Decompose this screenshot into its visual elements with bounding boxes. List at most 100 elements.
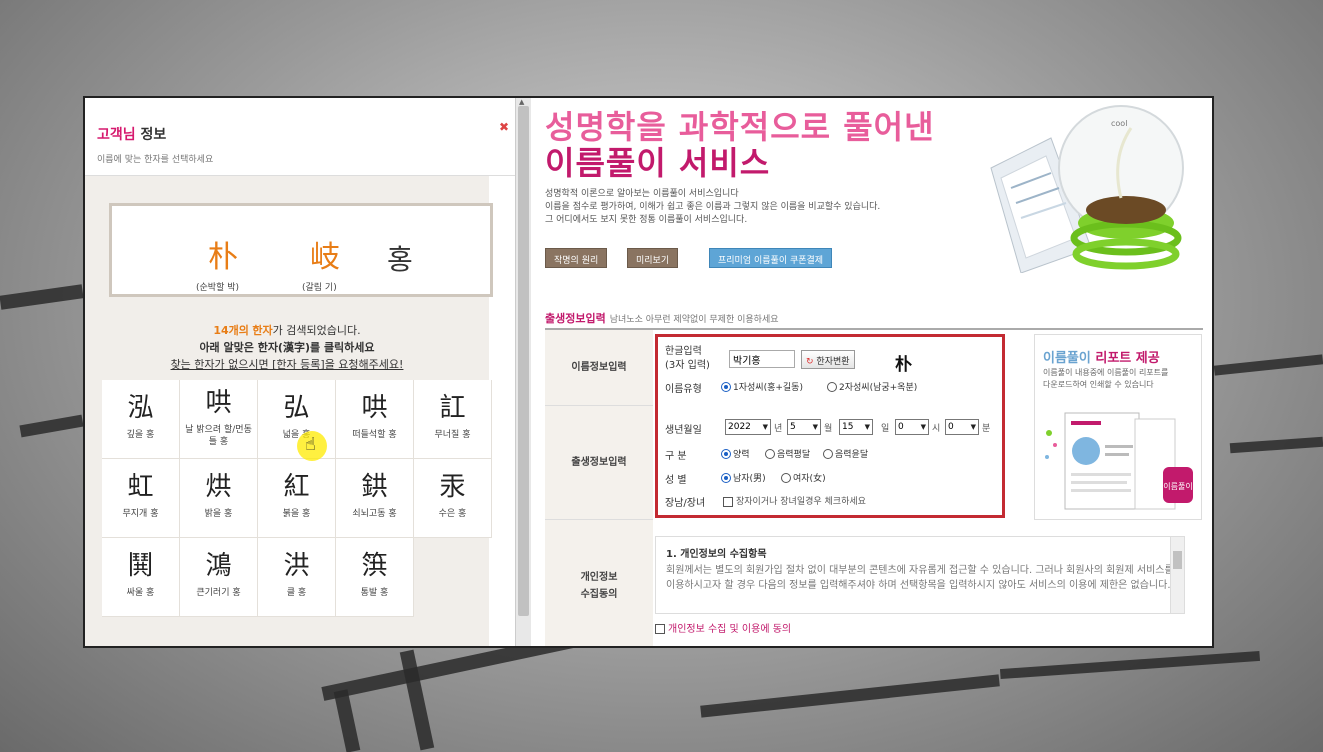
hour-unit: 시 [932, 424, 941, 434]
hanja-char: 訌 [439, 393, 466, 423]
eldest-checkbox[interactable]: 장자이거나 장녀일경우 체크하세요 [723, 494, 866, 507]
calendar-label: 구 분 [665, 451, 687, 462]
lightbulb-illustration: cool [990, 105, 1184, 273]
solar-radio[interactable]: 양력 [721, 447, 750, 460]
hanja-cell[interactable]: 虹 무지개 홍 [102, 459, 180, 538]
hanja-gloss: 수은 홍 [438, 509, 467, 519]
hanja-cell[interactable]: 哄 날 밝으려 할/먼동 틀 홍 [180, 380, 258, 459]
selected-char-3: 홍 [387, 243, 413, 276]
female-radio[interactable]: 여자(女) [781, 471, 826, 484]
selected-char-1: 朴 [208, 240, 238, 275]
request-hanja-link[interactable]: 찾는 한자가 없으시면 [한자 등록]을 요청해주세요! [85, 356, 489, 372]
background-stroke [1213, 354, 1323, 376]
premium-coupon-button[interactable]: 프리미엄 이름풀이 쿠폰결제 [709, 248, 833, 268]
popup-header: 고객님 정보 이름에 맞는 한자를 선택하세요 ✖ [85, 98, 515, 176]
hanja-convert-button[interactable]: ↻ 한자변환 [801, 350, 855, 369]
lunar-leap-radio[interactable]: 음력윤달 [823, 447, 868, 460]
hanja-char: 鴻 [205, 551, 232, 581]
hanja-cell[interactable]: 鉷 쇠뇌고동 홍 [336, 459, 414, 538]
name-type-double-radio[interactable]: 2자성씨(남궁+옥분) [827, 380, 917, 393]
selected-gloss-2: (갈림 기) [302, 283, 337, 293]
scroll-up-icon[interactable]: ▲ [519, 98, 524, 106]
preview-button[interactable]: 미리보기 [627, 248, 679, 268]
hanja-gloss: 클 홍 [286, 588, 307, 598]
year-unit: 년 [774, 424, 783, 434]
result-count-text: 14개의 한자가 검색되었습니다. [213, 324, 361, 337]
hanja-char: 烘 [205, 472, 232, 502]
hanja-gloss: 날 밝으려 할/먼동 틀 홍 [185, 425, 252, 447]
popup-title: 고객님 정보 [97, 127, 167, 143]
scroll-thumb[interactable] [518, 106, 529, 616]
hour-select[interactable]: 0 ▼ [895, 419, 929, 435]
hanja-gloss: 밝을 홍 [204, 509, 233, 519]
selected-name-box: 朴 (순박할 박) 岐 (갈림 기) 홍 [109, 203, 493, 297]
hanja-cell[interactable]: 洪 클 홍 [258, 538, 336, 617]
minute-select[interactable]: 0 ▼ [945, 419, 979, 435]
background-stroke [999, 650, 1261, 680]
birth-date-label: 생년월일 [665, 425, 702, 436]
privacy-heading: 1. 개인정보의 수집항목 [666, 549, 767, 560]
browser-screen: 고객님 정보 이름에 맞는 한자를 선택하세요 ✖ 朴 (순박할 박) 岐 (갈… [83, 96, 1214, 648]
report-description: 이름풀이 내용중에 이름풀이 리포트를 다운로드하여 인쇄할 수 있습니다 [1043, 368, 1169, 389]
instruction-text: 아래 알맞은 한자(漢字)를 클릭하세요 [199, 341, 375, 354]
hanja-cell[interactable]: 訌 무너질 홍 [414, 380, 492, 459]
hanja-gloss: 붉을 홍 [282, 509, 311, 519]
background-stroke [700, 674, 1000, 718]
hand-cursor-icon: ☝ [305, 434, 316, 455]
hanja-char: 篊 [361, 551, 388, 581]
hanja-gloss: 통발 홍 [360, 588, 389, 598]
hanja-char: 鬨 [127, 551, 154, 581]
hangul-hint: (3자 입력) [665, 360, 710, 371]
selected-gloss-1: (순박할 박) [196, 283, 240, 293]
month-select[interactable]: 5 ▼ [787, 419, 821, 435]
hanja-gloss: 떠들석할 홍 [352, 430, 397, 440]
hero-description: 성명학적 이론으로 알아보는 이름풀이 서비스입니다 이름을 점수로 평가하여,… [545, 189, 881, 225]
hanja-cell[interactable]: 鴻 큰기러기 홍 [180, 538, 258, 617]
year-select[interactable]: 2022 ▼ [725, 419, 771, 435]
background-stroke [19, 414, 84, 438]
hanja-char: 哄 [361, 393, 388, 423]
hanja-cell[interactable]: 烘 밝을 홍 [180, 459, 258, 538]
hanja-cell[interactable]: 鬨 싸울 홍 [102, 538, 180, 617]
hanja-cell[interactable]: 泓 깊을 홍 [102, 380, 180, 459]
background-stroke [0, 284, 84, 310]
section-title: 출생정보입력 남녀노소 아무런 제약없이 무제한 이용하세요 [545, 312, 779, 325]
hanja-char: 紅 [283, 472, 310, 502]
hero-title-line2: 이름풀이 서비스 [545, 144, 771, 182]
hanja-cell[interactable]: 汞 수은 홍 [414, 459, 492, 538]
hanja-gloss: 싸울 홍 [126, 588, 155, 598]
privacy-text-box[interactable]: 1. 개인정보의 수집항목 회원께서는 별도의 회원가입 절차 없이 대부분의 … [655, 536, 1185, 614]
lunar-normal-radio[interactable]: 음력평달 [765, 447, 810, 460]
hanja-select-popup: 고객님 정보 이름에 맞는 한자를 선택하세요 ✖ 朴 (순박할 박) 岐 (갈… [85, 98, 515, 646]
popup-subtitle: 이름에 맞는 한자를 선택하세요 [97, 155, 214, 165]
hanja-gloss: 쇠뇌고동 홍 [352, 509, 397, 519]
hanja-char: 弘 [283, 393, 310, 423]
hanja-gloss: 깊을 홍 [126, 430, 155, 440]
privacy-scroll-thumb[interactable] [1173, 551, 1182, 569]
report-preview-image: 이름풀이 [1045, 412, 1193, 510]
month-unit: 월 [824, 424, 833, 434]
hangul-name-input[interactable] [729, 350, 795, 368]
hangul-label: 한글입력 [665, 346, 702, 357]
principle-button[interactable]: 작명의 원리 [545, 248, 608, 268]
gender-label: 성 별 [665, 475, 687, 486]
hanja-char: 洪 [283, 551, 310, 581]
hanja-cell[interactable]: 篊 통발 홍 [336, 538, 414, 617]
hanja-char: 哄 [205, 388, 232, 418]
hanja-char: 虹 [127, 472, 154, 502]
privacy-scrollbar[interactable] [1170, 537, 1184, 613]
privacy-agree-checkbox[interactable]: 개인정보 수집 및 이용에 동의 [655, 620, 791, 635]
background-stroke [333, 689, 361, 752]
background-stroke [1229, 436, 1323, 454]
hanja-gloss: 무지개 홍 [122, 509, 159, 519]
male-radio[interactable]: 남자(男) [721, 471, 766, 484]
hanja-cell[interactable]: 紅 붉을 홍 [258, 459, 336, 538]
hanja-cell[interactable]: 哄 떠들석할 홍 [336, 380, 414, 459]
close-icon[interactable]: ✖ [499, 120, 509, 134]
birth-section-label: 출생정보입력 [545, 406, 653, 520]
popup-scrollbar[interactable]: ▲ [515, 98, 531, 646]
name-type-single-radio[interactable]: 1자성씨(홍+길동) [721, 380, 803, 393]
name-service-page: 성명학을 과학적으로 풀어낸 이름풀이 서비스 성명학적 이론으로 알아보는 이… [531, 98, 1212, 646]
day-select[interactable]: 15 ▼ [839, 419, 873, 435]
selected-char-2: 岐 [310, 240, 340, 275]
